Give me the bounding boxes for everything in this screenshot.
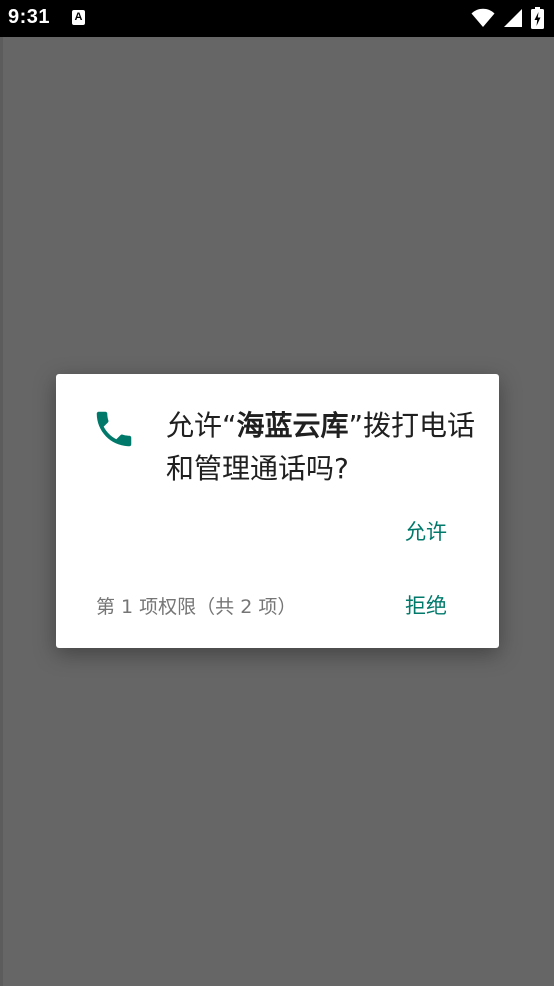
- status-time: 9:31: [8, 6, 51, 28]
- permission-dialog: 允许“海蓝云库”拨打电话和管理通话吗? 允许 第 1 项权限（共 2 项） 拒绝: [56, 374, 499, 648]
- deny-button[interactable]: 拒绝: [405, 590, 447, 620]
- a-icon: A: [72, 10, 85, 25]
- wifi-icon: [471, 8, 495, 27]
- signal-icon: [503, 9, 522, 27]
- title-prefix: 允许“: [166, 409, 237, 442]
- status-bar: 9:31 A: [0, 0, 554, 37]
- dialog-title: 允许“海蓝云库”拨打电话和管理通话吗?: [166, 404, 476, 490]
- phone-icon: [96, 411, 132, 447]
- status-icons: [468, 7, 544, 29]
- permission-counter: 第 1 项权限（共 2 项）: [96, 596, 297, 618]
- battery-charging-icon: [531, 7, 544, 29]
- app-name: 海蓝云库: [236, 409, 349, 442]
- allow-button[interactable]: 允许: [405, 516, 447, 546]
